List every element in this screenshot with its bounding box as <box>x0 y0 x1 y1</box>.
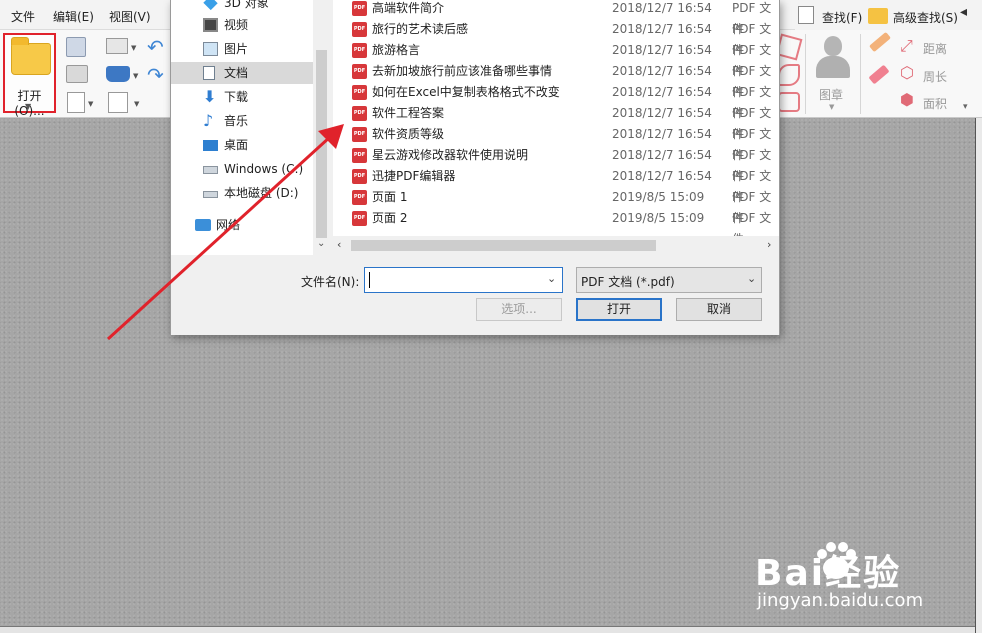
stamp-icon[interactable] <box>813 36 853 80</box>
scroll-right-arrow-icon[interactable]: › <box>767 238 771 251</box>
folder-icon <box>11 37 51 75</box>
nav-item-label: 文档 <box>224 66 249 80</box>
window-right-edge <box>975 118 982 633</box>
window-bottom-edge <box>0 626 975 633</box>
perimeter-label[interactable]: 周长 <box>923 68 947 85</box>
film-icon <box>203 18 218 32</box>
options-button[interactable]: 选项... <box>476 298 562 321</box>
find-icon <box>798 6 814 24</box>
undo-icon[interactable]: ↶ <box>147 35 164 59</box>
picture-icon <box>203 42 218 56</box>
stamp-dropdown-arrow-icon[interactable]: ▼ <box>829 103 834 111</box>
nav-item-pictures[interactable]: 图片 <box>171 38 313 60</box>
upload-dropdown-arrow-icon[interactable]: ▼ <box>133 72 138 80</box>
perimeter-icon[interactable]: ⬡ <box>900 63 914 82</box>
nav-item-videos[interactable]: 视频 <box>171 14 313 36</box>
eraser-icon[interactable] <box>868 64 890 85</box>
find-button[interactable]: 查找(F) <box>822 9 862 26</box>
export-icon[interactable] <box>67 92 85 113</box>
pdf-file-icon: PDF <box>352 1 367 16</box>
save-icon[interactable] <box>66 37 86 57</box>
nav-item-documents[interactable]: 文档 <box>171 62 313 84</box>
file-row[interactable]: PDF 软件资质等级 2018/12/7 16:54 PDF 文件 <box>333 124 779 162</box>
polygon-tool-icon[interactable] <box>778 64 800 86</box>
text-caret <box>369 272 370 288</box>
menu-view[interactable]: 视图(V) <box>109 8 151 25</box>
file-row[interactable]: PDF页面 22019/8/5 15:09PDF 文件 <box>333 208 779 246</box>
dialog-open-button[interactable]: 打开 <box>576 298 662 321</box>
ribbon-expand-arrow-icon[interactable]: ▾ <box>963 102 968 112</box>
file-row[interactable]: PDF 旅游格言 2018/12/7 16:54 PDF 文件 <box>333 40 779 78</box>
stamp-label[interactable]: 图章 <box>819 86 843 103</box>
toolbar-scroll-arrow-icon[interactable]: ◂ <box>960 4 967 20</box>
pdf-file-icon: PDF <box>352 85 367 100</box>
filename-history-dropdown-icon[interactable]: ⌄ <box>547 272 556 285</box>
file-list-horizontal-scrollbar[interactable]: ‹ › <box>333 236 779 255</box>
watermark-url: jingyan.baidu.com <box>757 590 924 611</box>
new-dropdown-arrow-icon[interactable]: ▼ <box>134 100 139 108</box>
file-row[interactable]: PDF 去新加坡旅行前应该准备哪些事情 2018/12/7 16:54 PDF 文件 <box>333 61 779 99</box>
filename-input[interactable]: ⌄ <box>364 267 563 293</box>
filetype-value: PDF 文档 (*.pdf) <box>581 275 675 289</box>
advanced-find-icon <box>868 8 888 24</box>
menu-file[interactable]: 文件 <box>11 8 35 25</box>
new-document-icon[interactable] <box>108 92 128 113</box>
distance-icon[interactable]: ⤢ <box>900 36 913 56</box>
document-icon <box>203 66 215 80</box>
menu-edit[interactable]: 编辑(E) <box>53 8 94 25</box>
file-row[interactable]: PDF 如何在Excel中复制表格格式不改变 2018/12/7 16:54 PDF … <box>333 82 779 120</box>
filetype-dropdown-icon[interactable]: ⌄ <box>747 272 756 285</box>
file-row[interactable]: PDF 页面 1 2019/8/5 15:09 PDF 文件 <box>333 187 779 225</box>
nav-item-label: 视频 <box>224 18 249 32</box>
cube-icon <box>203 0 218 11</box>
filetype-select[interactable]: PDF 文档 (*.pdf) ⌄ <box>576 267 762 293</box>
file-row[interactable]: PDF 软件工程答案 2018/12/7 16:54 PDF 文件 <box>333 103 779 141</box>
open-button[interactable]: 打开(O)... ▼ <box>3 33 56 118</box>
nav-item-label: 下载 <box>224 90 249 104</box>
nav-item-3d-objects[interactable]: 3D 对象 <box>171 0 313 14</box>
print-icon[interactable] <box>66 65 88 83</box>
area-icon[interactable]: ⬢ <box>900 90 914 109</box>
download-arrow-icon: ⬇ <box>203 87 217 106</box>
nav-item-label: 图片 <box>224 42 249 56</box>
pdf-file-icon: PDF <box>352 22 367 37</box>
open-dropdown-arrow-icon[interactable]: ▼ <box>25 102 31 111</box>
file-row[interactable]: PDF 高端软件简介 2018/12/7 16:54 PDF 文件 <box>333 0 779 36</box>
pencil-icon[interactable] <box>869 31 891 53</box>
cloud-upload-icon[interactable] <box>106 66 130 82</box>
email-dropdown-arrow-icon[interactable]: ▼ <box>131 44 136 52</box>
export-dropdown-arrow-icon[interactable]: ▼ <box>88 100 93 108</box>
file-row[interactable]: PDF 迅捷PDF编辑器 2018/12/7 16:54 PDF 文件 <box>333 166 779 204</box>
file-row[interactable]: PDF 星云游戏修改器软件使用说明 2018/12/7 16:54 PDF 文件 <box>333 145 779 183</box>
email-icon[interactable] <box>106 38 128 54</box>
distance-label[interactable]: 距离 <box>923 40 947 57</box>
annotation-arrow <box>106 124 344 341</box>
baidu-jingyan-watermark: Bai经验 jingyan.baidu.com <box>755 540 970 620</box>
pdf-file-icon: PDF <box>352 43 367 58</box>
find-toolbar: 查找(F) 高级查找(S) ◂ <box>795 0 982 30</box>
watermark-brand: Bai经验 <box>755 553 902 594</box>
nav-item-label: 3D 对象 <box>224 0 269 10</box>
horizontal-scrollbar-thumb[interactable] <box>351 240 656 251</box>
area-label[interactable]: 面积 <box>923 95 947 112</box>
pdf-file-icon: PDF <box>352 64 367 79</box>
cloud-tool-icon[interactable] <box>778 92 800 112</box>
file-list: PDF 高端软件简介 2018/12/7 16:54 PDF 文件 PDF 旅行的艺术读… <box>333 0 779 246</box>
file-row[interactable]: PDF 旅行的艺术读后感 2018/12/7 16:54 PDF 文件 <box>333 19 779 57</box>
nav-item-downloads[interactable]: ⬇ 下载 <box>171 86 313 108</box>
redo-icon[interactable]: ↷ <box>147 63 164 87</box>
advanced-find-button[interactable]: 高级查找(S) <box>893 9 958 26</box>
dialog-cancel-button[interactable]: 取消 <box>676 298 762 321</box>
